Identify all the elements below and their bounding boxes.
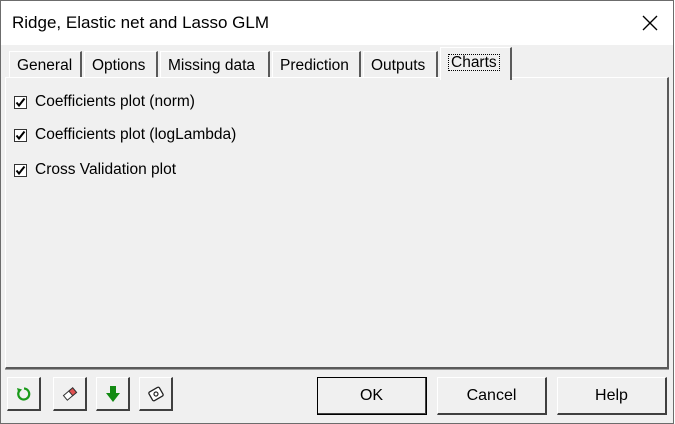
tab-options[interactable]: Options bbox=[84, 51, 158, 78]
checkmark-icon bbox=[15, 130, 26, 140]
help-button-label: Help bbox=[595, 386, 628, 404]
dialog-body: General Options Missing data Prediction … bbox=[1, 45, 673, 423]
tab-label: Outputs bbox=[371, 57, 426, 74]
cross-validation-option[interactable]: Cross Validation plot bbox=[14, 161, 176, 179]
option-label: Coefficients plot (logLambda) bbox=[35, 126, 237, 143]
tab-prediction[interactable]: Prediction bbox=[272, 51, 361, 78]
clear-button[interactable] bbox=[53, 377, 87, 411]
cross-validation-checkbox[interactable] bbox=[14, 163, 27, 177]
ok-button-label: OK bbox=[359, 386, 384, 404]
load-button[interactable] bbox=[96, 377, 130, 411]
ok-button[interactable]: OK bbox=[317, 377, 427, 415]
charts-panel: Coefficients plot (norm) Coefficients pl… bbox=[5, 77, 669, 369]
option-label: Coefficients plot (norm) bbox=[35, 93, 195, 110]
option-label: Cross Validation plot bbox=[35, 161, 177, 178]
tab-label: Options bbox=[92, 57, 146, 74]
tab-label: General bbox=[17, 57, 73, 74]
title-bar: Ridge, Elastic net and Lasso GLM bbox=[1, 1, 673, 45]
reset-icon bbox=[16, 386, 30, 401]
tab-label: Missing data bbox=[168, 57, 256, 74]
reset-button[interactable] bbox=[7, 377, 41, 411]
save-settings-button[interactable] bbox=[139, 377, 173, 411]
coefficients-loglambda-checkbox[interactable] bbox=[14, 128, 27, 142]
close-button[interactable] bbox=[627, 1, 673, 45]
down-arrow-icon bbox=[105, 385, 120, 402]
cancel-button-label: Cancel bbox=[466, 386, 517, 404]
tab-outputs[interactable]: Outputs bbox=[363, 51, 438, 78]
window-title: Ridge, Elastic net and Lasso GLM bbox=[12, 13, 270, 32]
tab-missing-data[interactable]: Missing data bbox=[160, 51, 270, 78]
help-button[interactable]: Help bbox=[557, 377, 667, 415]
coefficients-norm-option[interactable]: Coefficients plot (norm) bbox=[14, 93, 195, 111]
close-icon bbox=[642, 15, 658, 31]
tab-label: Prediction bbox=[280, 57, 349, 74]
tab-label: Charts bbox=[448, 54, 500, 71]
checkmark-icon bbox=[15, 97, 26, 107]
eraser-icon bbox=[62, 386, 77, 401]
coefficients-loglambda-option[interactable]: Coefficients plot (logLambda) bbox=[14, 126, 236, 144]
cancel-button[interactable]: Cancel bbox=[437, 377, 547, 415]
checkmark-icon bbox=[15, 165, 26, 175]
tab-general[interactable]: General bbox=[9, 51, 82, 78]
tab-charts[interactable]: Charts bbox=[440, 47, 512, 80]
save-icon bbox=[147, 386, 164, 401]
button-bar: OK Cancel Help bbox=[5, 369, 669, 420]
coefficients-norm-checkbox[interactable] bbox=[14, 95, 27, 109]
dialog-window: Ridge, Elastic net and Lasso GLM General… bbox=[0, 0, 674, 424]
